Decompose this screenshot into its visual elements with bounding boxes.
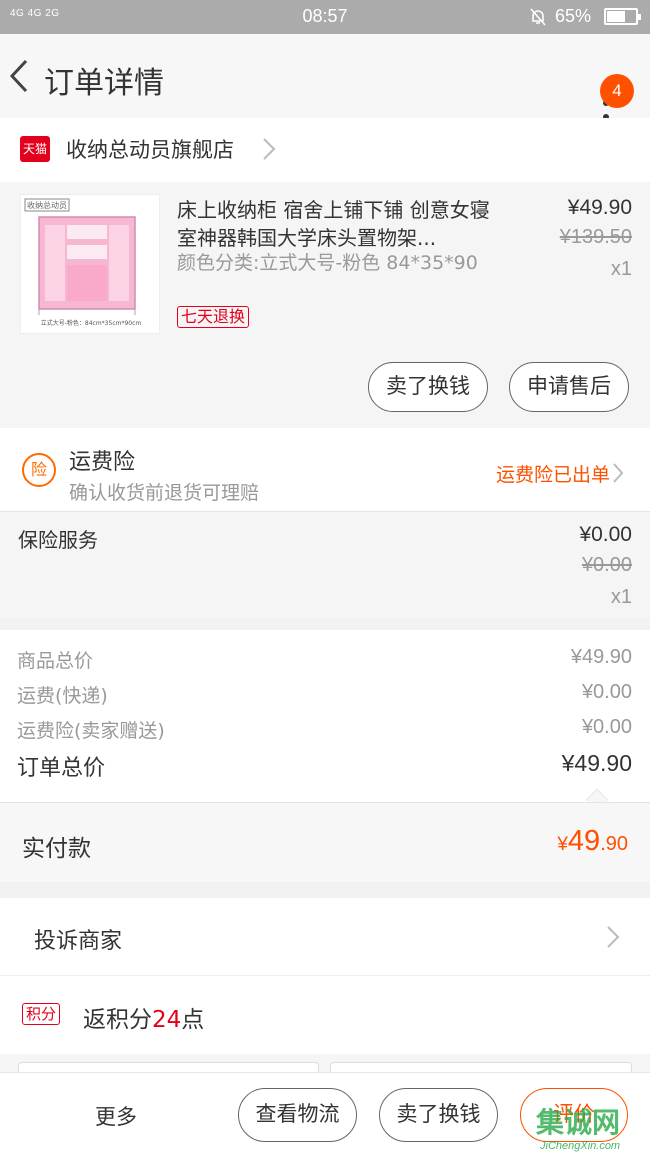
apply-after-sales-button[interactable]: 申请售后 (509, 362, 629, 412)
actual-payment-amount: ¥49.90 (400, 825, 628, 858)
insurance-icon: 险 (22, 453, 56, 487)
section-gap (0, 1054, 650, 1082)
amount-integer: 49 (567, 825, 601, 857)
chevron-right-icon (612, 462, 624, 488)
freight-insurance-status[interactable]: 运费险已出单 (420, 460, 610, 487)
watermark-text: 集诚网 (536, 1106, 621, 1139)
points-prefix: 返积分 (83, 1007, 152, 1033)
points-suffix: 点 (181, 1007, 205, 1033)
mute-bell-icon (528, 7, 548, 31)
summary-label: 商品总价 (17, 650, 94, 672)
points-row: 积分 返积分24点 (0, 976, 650, 1054)
view-logistics-button[interactable]: 查看物流 (238, 1088, 357, 1142)
insurance-service-row: 保险服务 ¥0.00 ¥0.00 x1 (0, 512, 650, 618)
points-tag: 积分 (22, 1003, 61, 1025)
product-price: ¥49.90 (567, 196, 632, 219)
points-number: 24 (152, 1007, 182, 1033)
complain-merchant-label[interactable]: 投诉商家 (34, 923, 122, 955)
complain-merchant-row[interactable]: 投诉商家 (0, 898, 650, 976)
freight-insurance-subtitle: 确认收货前退货可理赔 (69, 482, 260, 504)
status-bar: 4G 4G 2G 08:57 65% (0, 0, 650, 34)
sell-for-cash-button[interactable]: 卖了换钱 (368, 362, 488, 412)
notification-badge[interactable]: 4 (600, 74, 634, 108)
chevron-right-icon (262, 137, 276, 165)
product-card: 收纳总动员 立式大号-粉色：84cm*35cm*90cm 床上收纳柜 宿舍上铺下… (0, 182, 650, 428)
seven-day-return-tag: 七天退换 (177, 306, 250, 328)
actual-payment-row: 实付款 ¥49.90 (0, 802, 650, 882)
order-total-value: ¥49.90 (561, 750, 632, 776)
shop-name[interactable]: 收纳总动员旗舰店 (66, 134, 234, 164)
freight-insurance-row[interactable]: 险 运费险 确认收货前退货可理赔 运费险已出单 (0, 428, 650, 512)
order-total-label: 订单总价 (17, 756, 106, 781)
page-title: 订单详情 (44, 66, 164, 101)
actual-payment-label: 实付款 (22, 836, 91, 862)
summary-value: ¥0.00 (581, 716, 632, 738)
insurance-service-label: 保险服务 (18, 528, 98, 552)
thumb-caption: 立式大号-粉色：84cm*35cm*90cm (40, 320, 142, 327)
points-text: 返积分24点 (83, 1000, 204, 1034)
product-spec: 颜色分类:立式大号-粉色 84*35*90 (177, 252, 478, 274)
watermark-url: JiChengXin.com (540, 1140, 621, 1152)
product-title[interactable]: 床上收纳柜 宿舍上铺下铺 创意女寝室神器韩国大学床头置物架... (177, 196, 502, 252)
sell-for-cash-button[interactable]: 卖了换钱 (379, 1088, 498, 1142)
insurance-service-quantity: x1 (610, 586, 632, 608)
back-arrow-icon[interactable] (8, 58, 30, 98)
shop-row[interactable]: 天猫 收纳总动员旗舰店 (0, 118, 650, 182)
product-thumbnail[interactable]: 收纳总动员 立式大号-粉色：84cm*35cm*90cm (20, 194, 160, 334)
battery-percent: 65% (555, 6, 592, 26)
amount-decimal: .90 (600, 833, 628, 855)
site-watermark: 集诚网 JiChengXin.com (528, 1098, 650, 1155)
insurance-service-original-price: ¥0.00 (581, 554, 632, 576)
summary-label: 运费(快递) (17, 685, 108, 707)
insurance-service-price: ¥0.00 (579, 523, 632, 546)
battery-icon (604, 8, 641, 25)
tmall-badge: 天猫 (20, 136, 50, 162)
summary-label: 运费险(卖家赠送) (17, 720, 165, 742)
chevron-right-icon (606, 925, 620, 953)
price-summary: 商品总价 ¥49.90 运费(快递) ¥0.00 运费险(卖家赠送) ¥0.00… (0, 630, 650, 812)
freight-insurance-title: 运费险 (69, 450, 136, 475)
summary-value: ¥0.00 (581, 681, 632, 703)
product-quantity: x1 (610, 258, 632, 280)
header: 订单详情 4 (0, 34, 650, 120)
currency-symbol: ¥ (557, 834, 568, 855)
more-button[interactable]: 更多 (95, 1101, 137, 1131)
product-original-price: ¥139.50 (559, 226, 632, 248)
thumb-logo: 收纳总动员 (27, 201, 67, 210)
clock: 08:57 (302, 6, 348, 26)
summary-value: ¥49.90 (570, 646, 632, 668)
